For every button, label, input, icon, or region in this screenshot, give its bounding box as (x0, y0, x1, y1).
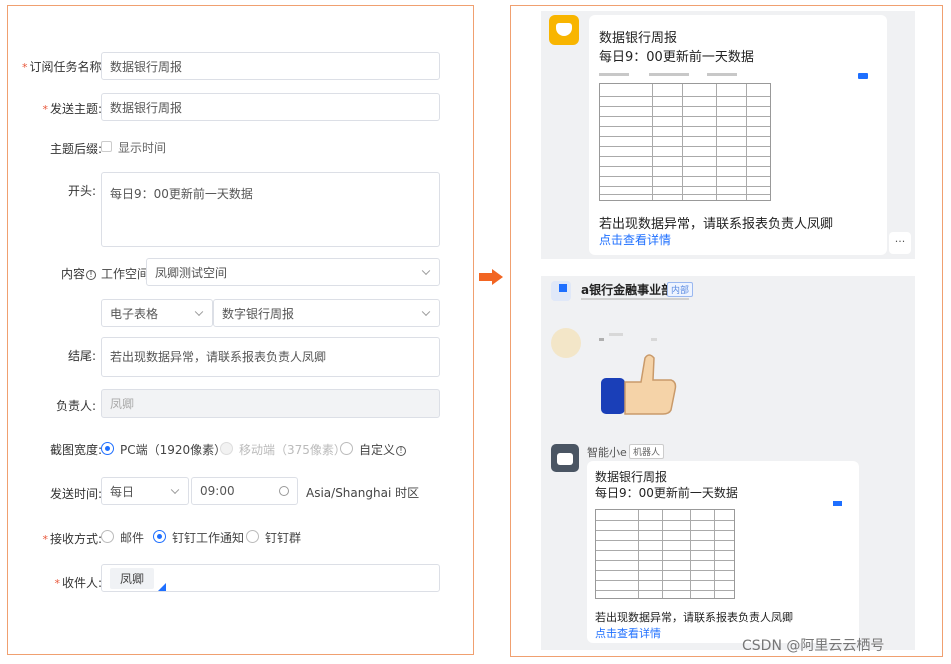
thumbs-up-icon (601, 354, 677, 415)
arrow-right-icon (479, 269, 503, 285)
recipient-tag[interactable]: 凤卿 (110, 567, 167, 591)
card1-title: 数据银行周报 (599, 31, 678, 46)
width-custom-radio[interactable] (340, 442, 353, 455)
report-card-2[interactable]: 数据银行周报 每日9：00更新前一天数据 若出现数据异常，请联系报表负责人凤卿 … (587, 461, 859, 643)
clock-icon (279, 486, 289, 496)
robot-icon (557, 453, 573, 465)
group-tag: 内部 (667, 282, 694, 297)
info-icon: ! (86, 269, 96, 280)
bowl-icon (556, 23, 572, 36)
show-time-checkbox[interactable] (101, 141, 112, 152)
recv-label: * 接收方式: (42, 532, 102, 546)
card2-title: 数据银行周报 (595, 470, 668, 484)
chevron-down-icon (170, 485, 180, 495)
type-select[interactable]: 电子表格 (101, 299, 213, 327)
report-table-thumbnail (599, 83, 771, 201)
owner-label: 负责人: (55, 399, 96, 413)
timezone-text: Asia/Shanghai 时区 (306, 486, 420, 500)
csdn-watermark: CSDN @阿里云云栖号 (742, 638, 885, 654)
corner-marker-icon (158, 582, 167, 591)
bot-name: 智能小e (587, 446, 627, 459)
bot-avatar (549, 15, 579, 45)
show-time-label: 显示时间 (118, 141, 167, 155)
subject-input[interactable]: 数据银行周报 (101, 93, 440, 121)
report-card-1[interactable]: 数据银行周报 每日9：00更新前一天数据 若出现数据异常，请联系报表负责人凤卿 … (589, 15, 887, 255)
recipient-label: * 收件人: (54, 576, 102, 590)
card1-badge (858, 73, 868, 79)
dingtalk-preview-panel: 数据银行周报 每日9：00更新前一天数据 若出现数据异常，请联系报表负责人凤卿 … (510, 5, 943, 657)
blur-text (599, 338, 604, 341)
group-name: a银行金融事业部 (581, 283, 674, 297)
width-mobile-radio (220, 442, 233, 455)
info-icon: ! (396, 445, 407, 456)
width-mobile-label: 移动端（375像素） (239, 443, 346, 457)
owner-input: 凤卿 (101, 389, 440, 418)
recv-dingtalk-group-radio[interactable] (246, 530, 259, 543)
chevron-down-icon (421, 266, 431, 276)
subject-label: * 发送主题: (42, 102, 102, 116)
bot-tag: 机器人 (629, 444, 665, 459)
sub-name-input[interactable]: 数据银行周报 (101, 52, 440, 80)
suffix-label: 主题后缀: (49, 142, 102, 156)
header-label: 开头: (67, 184, 96, 198)
recv-email-label: 邮件 (120, 531, 145, 545)
report-select[interactable]: 数字银行周报 (213, 299, 440, 327)
recipient-input[interactable]: 凤卿 (101, 564, 440, 592)
width-pc-radio[interactable] (101, 442, 114, 455)
recv-dingtalk-notice-label: 钉钉工作通知 (172, 531, 245, 545)
header-textarea[interactable]: 每日9：00更新前一天数据 (101, 172, 440, 247)
card1-footer: 若出现数据异常，请联系报表负责人凤卿 (599, 217, 834, 232)
recv-dingtalk-notice-radio[interactable] (153, 530, 166, 543)
card2-footer: 若出现数据异常，请联系报表负责人凤卿 (595, 611, 793, 624)
group-avatar (551, 281, 571, 301)
recv-dingtalk-group-label: 钉钉群 (265, 531, 302, 545)
card2-detail-link[interactable]: 点击查看详情 (595, 625, 661, 641)
chevron-down-icon (194, 307, 204, 317)
card2-badge (833, 501, 842, 506)
time-picker[interactable]: 09:00 (191, 477, 298, 505)
blur-text (609, 333, 623, 336)
workspace-label: 工作空间 (101, 267, 150, 281)
user-avatar (551, 328, 581, 358)
robot-avatar (551, 444, 579, 472)
more-button[interactable]: ··· (889, 232, 911, 254)
time-label: 发送时间: (49, 487, 102, 501)
sub-name-label: * 订阅任务名称: (22, 60, 106, 74)
width-pc-label: PC端（1920像素） (120, 443, 227, 457)
width-label: 截图宽度: (49, 443, 102, 457)
group-logo-icon (559, 284, 567, 292)
subscription-form-panel: * 订阅任务名称: 数据银行周报 * 发送主题: 数据银行周报 主题后缀: 显示时间… (7, 5, 474, 655)
workspace-select[interactable]: 凤卿测试空间 (146, 258, 440, 286)
footer-label: 结尾: (67, 349, 96, 363)
card2-subtitle: 每日9：00更新前一天数据 (595, 486, 738, 500)
content-label: 内容! (22, 265, 96, 282)
recv-email-radio[interactable] (101, 530, 114, 543)
footer-textarea[interactable]: 若出现数据异常，请联系报表负责人凤卿 (101, 337, 440, 377)
width-custom-label: 自定义! (359, 441, 407, 458)
blur-text (707, 73, 737, 76)
chevron-down-icon (421, 307, 431, 317)
report-table-thumbnail (595, 509, 735, 599)
blur-text (649, 73, 689, 76)
blur-text (599, 73, 629, 76)
freq-select[interactable]: 每日 (101, 477, 189, 505)
card1-detail-link[interactable]: 点击查看详情 (599, 231, 671, 248)
blur-text (581, 298, 689, 300)
card1-subtitle: 每日9：00更新前一天数据 (599, 50, 754, 65)
blur-text (651, 338, 657, 341)
